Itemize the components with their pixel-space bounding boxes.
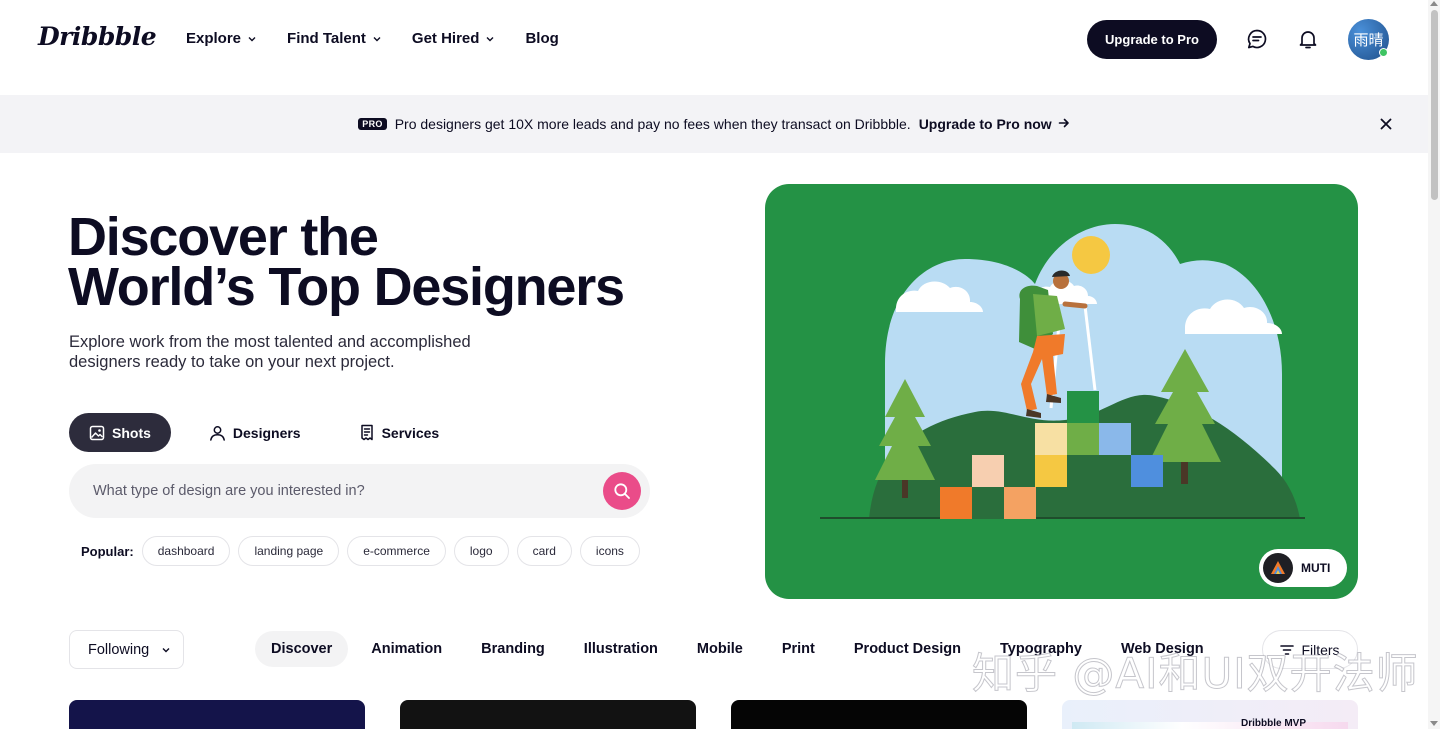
nav-explore-label: Explore	[186, 30, 242, 47]
featured-author-badge[interactable]: MUTI	[1259, 549, 1347, 587]
category-product-design[interactable]: Product Design	[838, 631, 977, 667]
shot-card[interactable]	[69, 700, 365, 729]
upgrade-now-link[interactable]: Upgrade to Pro now	[919, 116, 1070, 132]
author-avatar	[1263, 553, 1293, 583]
hero-subtitle: Explore work from the most talented and …	[69, 333, 471, 371]
filter-icon	[1280, 644, 1295, 656]
filters-label: Filters	[1301, 641, 1340, 658]
following-label: Following	[88, 641, 150, 658]
nav-explore[interactable]: Explore	[186, 30, 257, 47]
bell-icon[interactable]	[1297, 28, 1319, 50]
design-search-bar	[69, 464, 650, 518]
tab-services[interactable]: Services	[339, 413, 460, 452]
upgrade-now-label: Upgrade to Pro now	[918, 116, 1052, 132]
nav-blog-label: Blog	[525, 30, 559, 47]
pro-promo-banner: PRO Pro designers get 10X more leads and…	[0, 95, 1428, 153]
search-input[interactable]	[93, 483, 573, 499]
hero-title: Discover the World’s Top Designers	[68, 207, 625, 317]
hero-illustration[interactable]: MUTI	[765, 184, 1358, 599]
tab-designers[interactable]: Designers	[189, 413, 321, 452]
scroll-down-arrow-icon[interactable]	[1430, 721, 1438, 726]
nav-get-hired-label: Get Hired	[411, 30, 480, 47]
dribbble-logo[interactable]: Dribbble	[38, 22, 157, 51]
following-dropdown[interactable]: Following	[69, 630, 184, 669]
category-print[interactable]: Print	[766, 631, 831, 667]
hiker-illustration	[820, 224, 1305, 519]
category-web-design[interactable]: Web Design	[1105, 631, 1220, 667]
chevron-down-icon	[161, 645, 171, 655]
chevron-down-icon	[372, 34, 382, 44]
main-nav: Explore Find Talent Get Hired Blog	[186, 30, 589, 47]
shot-card[interactable]	[400, 700, 696, 729]
popular-tag-logo[interactable]: logo	[453, 536, 509, 566]
close-banner-icon[interactable]	[1378, 116, 1394, 132]
search-type-tabs: Shots Designers Services	[69, 413, 459, 452]
scroll-thumb[interactable]	[1431, 10, 1438, 200]
nav-find-talent-label: Find Talent	[287, 30, 366, 47]
nav-find-talent[interactable]: Find Talent	[287, 30, 382, 47]
pro-badge: PRO	[358, 118, 387, 130]
shot-card-preview	[1072, 722, 1348, 729]
nav-get-hired[interactable]: Get Hired	[412, 30, 496, 47]
arrow-right-icon	[1058, 116, 1070, 132]
popular-tag-e-commerce[interactable]: e-commerce	[347, 536, 446, 566]
document-icon	[359, 424, 375, 441]
tab-services-label: Services	[381, 424, 440, 441]
category-discover[interactable]: Discover	[255, 631, 349, 667]
avatar-text: 雨晴	[1353, 32, 1384, 49]
shot-card[interactable]: Dribbble MVP	[1062, 700, 1358, 729]
upgrade-to-pro-button[interactable]: Upgrade to Pro	[1087, 20, 1217, 59]
search-icon	[614, 483, 630, 499]
user-avatar[interactable]: 雨晴	[1348, 19, 1389, 60]
category-animation[interactable]: Animation	[355, 631, 458, 667]
top-header: Dribbble Explore Find Talent Get Hired B…	[0, 0, 1428, 78]
popular-label: Popular:	[81, 543, 134, 559]
search-button[interactable]	[603, 472, 641, 510]
online-status-dot	[1379, 48, 1388, 57]
popular-tag-landing-page[interactable]: landing page	[238, 536, 340, 566]
popular-tag-dashboard[interactable]: dashboard	[141, 536, 231, 566]
filters-button[interactable]: Filters	[1262, 630, 1358, 669]
category-branding[interactable]: Branding	[465, 631, 561, 667]
chevron-down-icon	[247, 34, 257, 44]
popular-tags: Popular: dashboard landing page e-commer…	[81, 536, 648, 566]
user-icon	[209, 425, 226, 441]
tab-shots-label: Shots	[112, 424, 151, 441]
category-illustration[interactable]: Illustration	[568, 631, 674, 667]
tab-shots[interactable]: Shots	[69, 413, 171, 452]
popular-tag-icons[interactable]: icons	[579, 536, 640, 566]
category-mobile[interactable]: Mobile	[681, 631, 759, 667]
nav-blog[interactable]: Blog	[525, 30, 558, 47]
image-icon	[89, 425, 105, 441]
category-tabs: Discover Animation Branding Illustration…	[255, 631, 1227, 667]
page-scrollbar[interactable]	[1428, 0, 1440, 729]
shot-card[interactable]	[731, 700, 1027, 729]
message-icon[interactable]	[1246, 28, 1268, 50]
author-name: MUTI	[1301, 561, 1331, 575]
scroll-up-arrow-icon[interactable]	[1430, 1, 1438, 6]
hero-title-line1: Discover the	[68, 207, 379, 267]
chevron-down-icon	[485, 34, 495, 44]
shot-card-label: Dribbble MVP	[1240, 718, 1306, 729]
hero-title-line2: World’s Top Designers	[68, 257, 625, 317]
banner-text: Pro designers get 10X more leads and pay…	[394, 116, 911, 132]
category-typography[interactable]: Typography	[984, 631, 1098, 667]
popular-tag-card[interactable]: card	[516, 536, 572, 566]
tab-designers-label: Designers	[232, 424, 301, 441]
